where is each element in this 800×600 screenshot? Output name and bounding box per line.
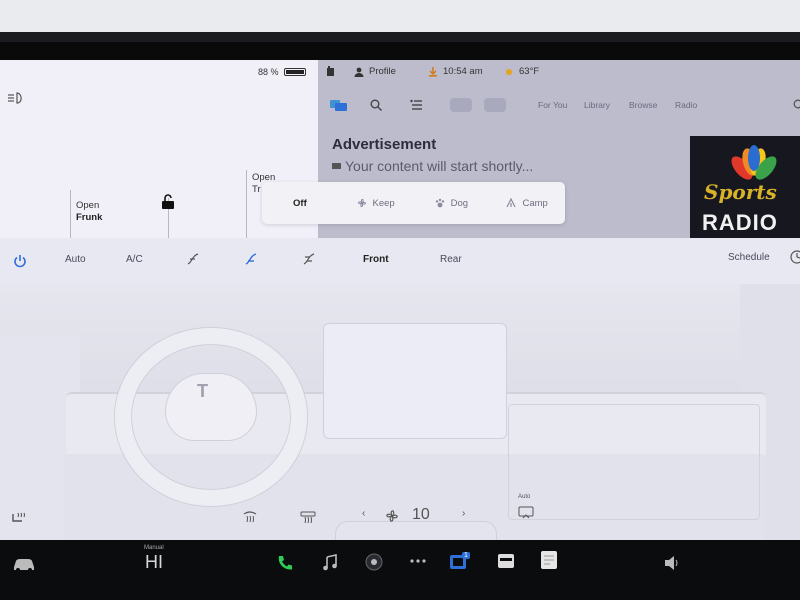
schedule-button[interactable]: Schedule	[728, 252, 770, 263]
more-apps-icon[interactable]	[410, 558, 426, 564]
seat-heater-left-icon[interactable]	[10, 512, 26, 526]
keeper-off-label: Off	[293, 197, 307, 209]
fan-speed-value: 10	[412, 506, 430, 523]
clock-icon[interactable]	[790, 250, 800, 264]
album-art[interactable]: Sports RADIO	[690, 136, 800, 238]
battery-icon	[283, 68, 306, 76]
media-control[interactable]	[450, 98, 472, 112]
frunk-label: Frunk	[76, 212, 103, 223]
keeper-off-option[interactable]: Off	[262, 182, 338, 224]
keeper-dog-option[interactable]: Dog	[414, 182, 490, 224]
status-bar: Profile 10:54 am 63°F	[318, 60, 800, 84]
media-control[interactable]	[484, 98, 506, 112]
nav-browse[interactable]: Browse	[629, 100, 657, 110]
drive-mode-value[interactable]: HI	[145, 552, 163, 573]
power-icon[interactable]	[13, 254, 27, 268]
airflow-feet-icon[interactable]	[244, 252, 258, 266]
keeper-camp-label: Camp	[522, 197, 548, 209]
volume-icon[interactable]	[664, 556, 680, 570]
front-defrost-icon[interactable]	[300, 510, 316, 524]
airflow-face-icon[interactable]	[186, 252, 200, 266]
ad-subtitle: Your content will start shortly...	[332, 158, 533, 174]
ac-button[interactable]: A/C	[126, 254, 143, 265]
ad-subtitle-text: Your content will start shortly...	[345, 158, 534, 174]
screen-bezel-top	[0, 0, 800, 60]
phone-key-icon	[327, 66, 334, 76]
music-icon[interactable]	[322, 554, 338, 572]
rear-defrost-icon[interactable]	[242, 510, 258, 524]
frunk-action: Open	[76, 200, 100, 211]
car-outline	[70, 190, 71, 238]
temperature: 63°F	[519, 66, 540, 77]
phone-status	[326, 66, 335, 77]
touchscreen: 88 % Open Frunk Open Tr Profile 10:54 am…	[0, 60, 800, 540]
profile-label: Profile	[369, 66, 396, 77]
fan-icon	[357, 199, 366, 207]
weather: 63°F	[504, 66, 539, 77]
headlight-icon[interactable]	[7, 92, 25, 104]
apps-badge: 1	[462, 552, 470, 559]
fan-decrease-button[interactable]: ‹	[362, 508, 365, 519]
rear-tab[interactable]: Rear	[440, 254, 462, 265]
center-display-model	[324, 324, 506, 438]
keeper-keep-label: Keep	[372, 197, 395, 209]
cabin-view: T ‹ 10 › Auto	[0, 284, 800, 540]
message-icon	[332, 163, 341, 169]
car-outline	[246, 170, 247, 238]
frunk-button[interactable]: Open Frunk	[76, 200, 102, 224]
calendar-app-icon[interactable]: 1	[450, 552, 472, 570]
paw-icon	[435, 198, 444, 208]
album-line2: RADIO	[702, 210, 778, 235]
search-icon[interactable]	[370, 99, 382, 111]
bottom-dock: 1	[0, 540, 800, 600]
car-icon[interactable]	[12, 558, 36, 572]
peacock-logo	[731, 145, 777, 180]
recirculate-icon[interactable]	[518, 506, 534, 520]
phone-icon[interactable]	[276, 554, 294, 572]
fan-increase-button[interactable]: ›	[462, 508, 465, 519]
battery-indicator: 88 %	[258, 67, 306, 77]
camera-icon[interactable]	[364, 552, 384, 572]
nav-radio[interactable]: Radio	[675, 100, 697, 110]
keeper-keep-option[interactable]: Keep	[338, 182, 414, 224]
tent-icon	[506, 198, 516, 208]
keeper-dog-label: Dog	[450, 197, 469, 209]
glovebox	[508, 404, 760, 520]
steering-hub	[166, 374, 256, 440]
dashcam-icon[interactable]	[497, 552, 515, 570]
time: 10:54 am	[443, 66, 483, 77]
drive-mode-small-label: Manual	[144, 545, 164, 551]
media-nav: For You Library Browse Radio	[318, 98, 800, 116]
center-console	[336, 522, 496, 540]
battery-percent: 88 %	[258, 67, 279, 77]
unlock-icon[interactable]	[161, 194, 175, 210]
climate-keeper-menu: Off Keep Dog Camp	[262, 182, 565, 224]
profile-icon	[354, 67, 364, 77]
keeper-camp-option[interactable]: Camp	[489, 182, 565, 224]
auto-button[interactable]: Auto	[65, 254, 86, 265]
media-source-icon[interactable]	[330, 98, 348, 112]
recirc-auto-label: Auto	[518, 494, 531, 500]
album-line1: Sports	[704, 180, 777, 204]
sun-icon	[506, 68, 512, 75]
profile-button[interactable]: Profile	[354, 66, 396, 77]
download-icon	[429, 66, 437, 77]
notepad-icon[interactable]	[540, 550, 558, 570]
nav-library[interactable]: Library	[584, 100, 610, 110]
climate-controls: Auto A/C Front Rear Schedule	[0, 238, 800, 284]
search-icon[interactable]	[792, 99, 800, 111]
front-tab[interactable]: Front	[363, 254, 389, 265]
fan-icon	[386, 510, 398, 522]
clock: 10:54 am	[428, 66, 483, 77]
nav-for-you[interactable]: For You	[538, 100, 567, 110]
queue-icon[interactable]	[410, 99, 422, 111]
ad-title: Advertisement	[332, 136, 437, 153]
airflow-mixed-icon[interactable]	[302, 252, 316, 266]
tesla-logo-icon: T	[197, 381, 208, 401]
